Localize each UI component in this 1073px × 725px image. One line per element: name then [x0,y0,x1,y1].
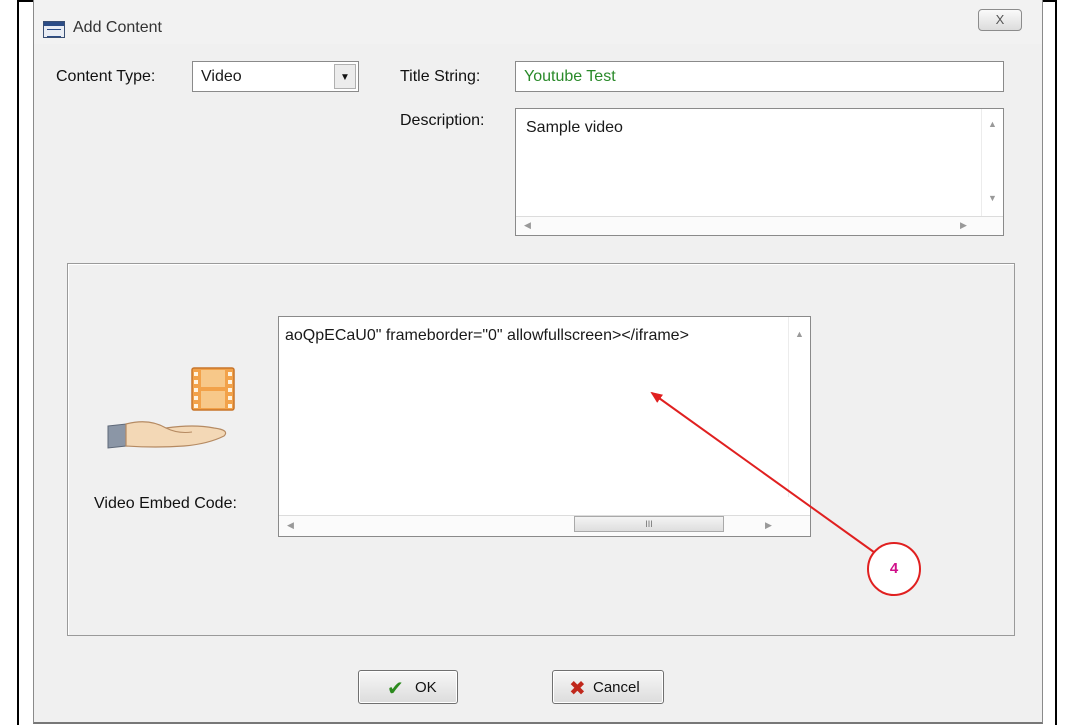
video-embed-code-value: aoQpECaU0" frameborder="0" allowfullscre… [285,327,689,344]
close-icon: X [995,12,1005,27]
title-string-value: Youtube Test [524,68,616,85]
ok-button[interactable]: ✔ OK [358,670,458,704]
content-type-label: Content Type: [56,68,156,85]
content-type-select[interactable]: Video ▼ [192,61,359,92]
scroll-up-icon[interactable]: ▲ [988,119,997,129]
window-app-icon [43,21,65,38]
description-horizontal-scrollbar[interactable]: ◀ ▶ [516,216,1003,235]
video-embed-code-textarea[interactable]: aoQpECaU0" frameborder="0" allowfullscre… [278,316,811,537]
scroll-right-icon[interactable]: ▶ [960,220,967,231]
window-title: Add Content [73,19,162,36]
description-value: Sample video [526,119,623,136]
scroll-left-icon[interactable]: ◀ [524,220,531,231]
description-textarea[interactable]: Sample video ▲ ▼ ◀ ▶ [515,108,1004,236]
scroll-down-icon[interactable]: ▼ [988,193,997,203]
cancel-button[interactable]: ✖ Cancel [552,670,664,704]
scroll-left-icon[interactable]: ◀ [287,520,294,531]
page-border-right [1055,0,1057,725]
embed-horizontal-scrollbar[interactable]: ◀ III ▶ [279,515,810,536]
embed-scroll-thumb[interactable]: III [574,516,724,532]
description-vertical-scrollbar[interactable]: ▲ ▼ [981,109,1003,217]
page-border-left [17,0,19,725]
chevron-down-icon[interactable]: ▼ [334,64,356,89]
x-icon: ✖ [569,678,586,700]
embed-code-group: Video Embed Code: aoQpECaU0" frameborder… [67,263,1015,636]
cancel-button-label: Cancel [593,679,640,696]
scroll-right-icon[interactable]: ▶ [765,520,772,531]
scroll-up-icon[interactable]: ▲ [795,329,804,339]
description-label: Description: [400,112,485,129]
embed-vertical-scrollbar[interactable]: ▲ [788,317,810,497]
film-strip-icon [191,367,235,411]
title-bar: Add Content X [34,0,1042,44]
add-content-dialog: Add Content X Content Type: Video ▼ Titl… [33,0,1043,724]
close-button[interactable]: X [978,9,1022,31]
title-string-label: Title String: [400,68,481,85]
content-type-value: Video [201,68,242,85]
scroll-thumb-grip: III [645,519,653,529]
video-embed-code-label: Video Embed Code: [94,495,237,512]
checkmark-icon: ✔ [387,678,404,700]
annotation-number: 4 [889,560,899,577]
ok-button-label: OK [415,679,437,696]
title-string-input[interactable]: Youtube Test [515,61,1004,92]
